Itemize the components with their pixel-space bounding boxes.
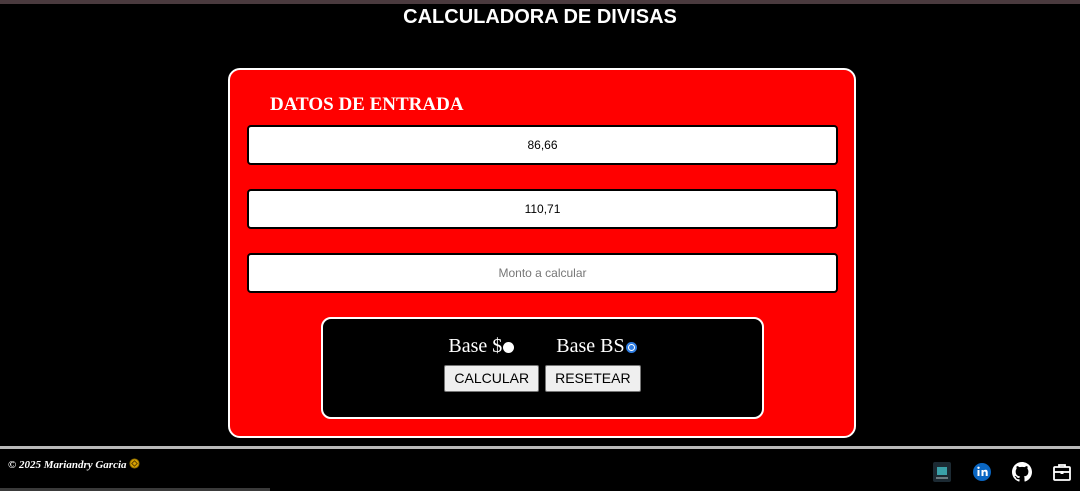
linkedin-icon[interactable] (972, 462, 992, 487)
input-card: DATOS DE ENTRADA Base $ Base BS CALCULAR… (228, 68, 856, 438)
github-icon[interactable] (1012, 462, 1032, 487)
copyright-label: © 2025 Mariandry Garcia (8, 459, 127, 471)
page-title: CALCULADORA DE DIVISAS (403, 6, 677, 28)
footer-links (932, 462, 1072, 487)
amount-input[interactable] (247, 253, 838, 293)
base-bs-label: Base BS (556, 335, 625, 357)
base-radio-group: Base $ Base BS (323, 335, 762, 358)
app-icon[interactable] (932, 462, 952, 487)
copyright-text: © 2025 Mariandry Garcia (8, 458, 140, 471)
base-usd-label: Base $ (448, 335, 503, 357)
calculate-button[interactable]: CALCULAR (444, 365, 540, 392)
portfolio-icon[interactable] (1052, 462, 1072, 487)
rate-usd-input[interactable] (247, 125, 838, 165)
options-panel: Base $ Base BS CALCULAR RESETEAR (321, 317, 764, 419)
action-buttons: CALCULAR RESETEAR (323, 365, 762, 392)
base-usd-option[interactable]: Base $ (448, 335, 515, 358)
emoji-icon (129, 458, 140, 471)
rate-eur-input[interactable] (247, 189, 838, 229)
base-usd-radio[interactable] (503, 342, 515, 353)
base-bs-radio[interactable] (625, 342, 637, 353)
top-border (0, 0, 1080, 4)
card-heading: DATOS DE ENTRADA (270, 94, 464, 115)
base-bs-option[interactable]: Base BS (556, 335, 637, 358)
reset-button[interactable]: RESETEAR (545, 365, 641, 392)
footer: © 2025 Mariandry Garcia (0, 449, 1080, 491)
